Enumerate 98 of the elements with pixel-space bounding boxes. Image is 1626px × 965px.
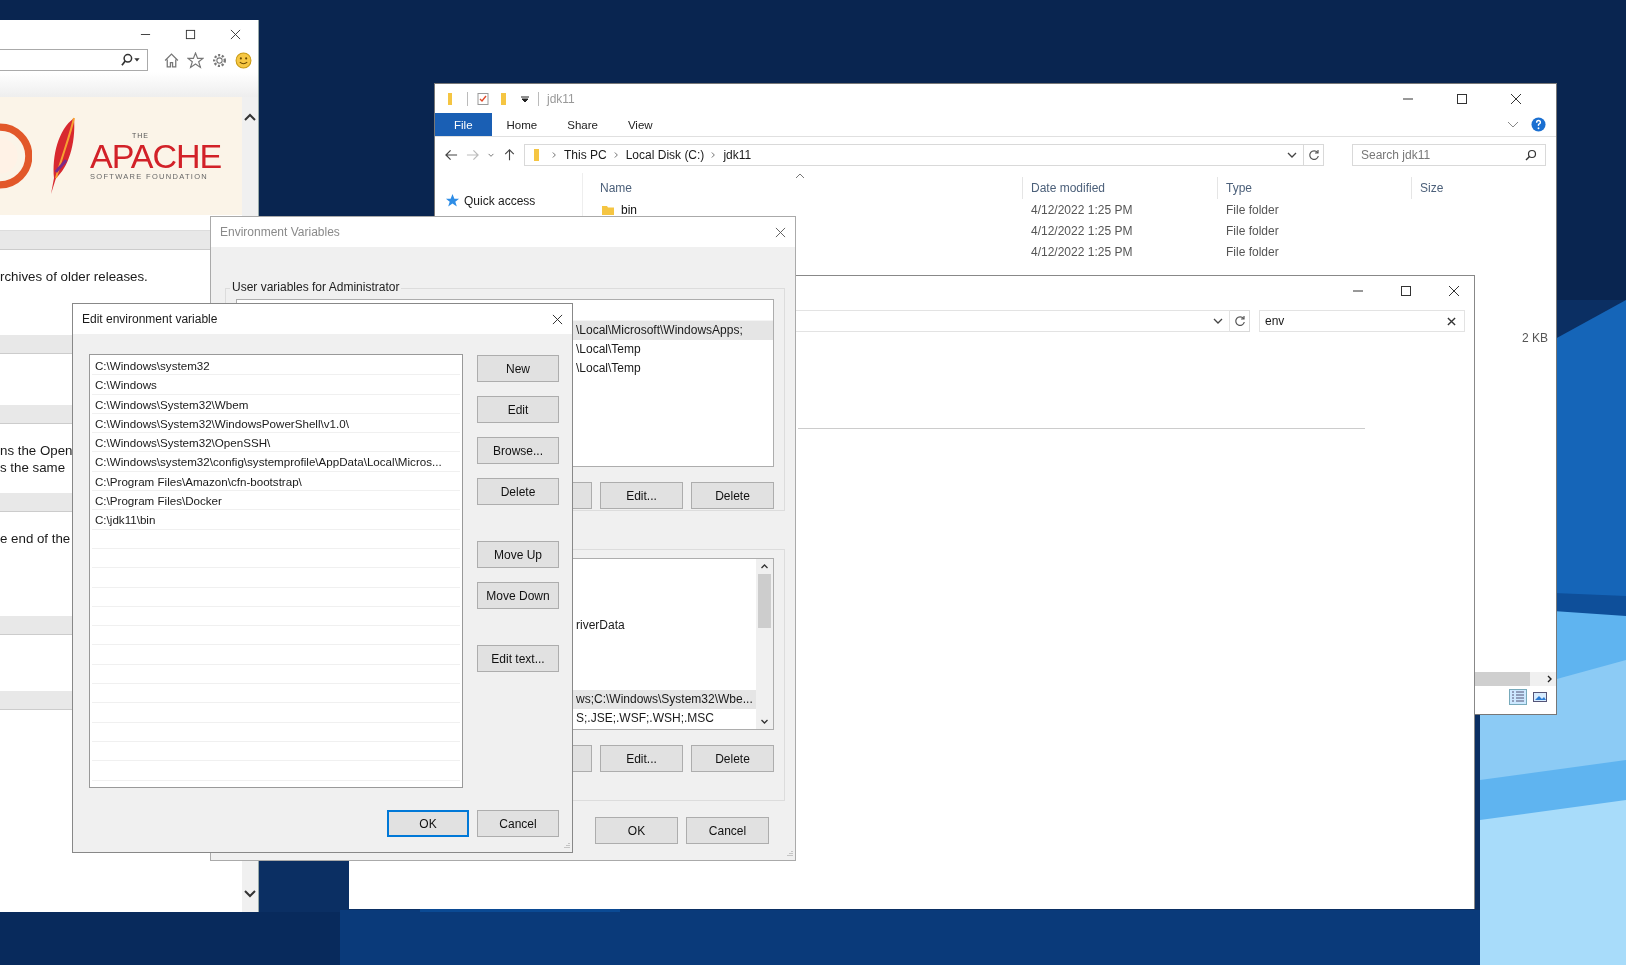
dialog-button[interactable]: Cancel [477, 810, 559, 837]
home-icon[interactable] [163, 51, 180, 69]
dialog-button[interactable]: Delete [691, 482, 774, 509]
ribbon-tab[interactable]: View [612, 113, 668, 136]
refresh-icon[interactable] [1233, 315, 1246, 327]
ribbon-tab[interactable]: Home [491, 113, 553, 136]
star-icon[interactable] [187, 51, 204, 69]
thumbnail-view-icon[interactable] [1532, 690, 1548, 704]
group-label: User variables for Administrator [230, 280, 402, 294]
ribbon-tab[interactable]: Share [552, 113, 613, 136]
dialog-button[interactable]: Cancel [686, 817, 769, 844]
close-icon[interactable] [552, 313, 563, 325]
list-row[interactable]: C:\Windows\system32 [92, 356, 460, 376]
scroll-down-icon[interactable] [244, 890, 256, 898]
address-bar[interactable]: This PC Local Disk (C:) jdk11 [524, 144, 1304, 166]
breadcrumb-item[interactable]: This PC [564, 148, 607, 162]
list-row[interactable]: C:\Windows\System32\WindowsPowerShell\v1.0\ [92, 413, 460, 434]
dialog-button[interactable]: New [477, 355, 559, 382]
close-icon[interactable] [1510, 92, 1522, 105]
dialog-button[interactable]: Move Down [477, 582, 559, 609]
list-row[interactable]: C:\Windows\System32\Wbem [92, 394, 460, 414]
ribbon-tab[interactable]: File [435, 113, 492, 136]
dialog-button[interactable]: Edit [477, 396, 559, 423]
column-header[interactable]: Date modified [1022, 177, 1217, 199]
path-list[interactable] [89, 354, 463, 788]
list-row[interactable]: C:\Windows\System32\OpenSSH\ [92, 433, 460, 453]
address-field[interactable] [0, 49, 148, 71]
chevron-right-icon[interactable] [613, 151, 619, 159]
list-row[interactable]: C:\Program Files\Docker [92, 491, 460, 511]
settings-icon[interactable] [211, 51, 228, 69]
dropdown-icon[interactable] [1287, 151, 1297, 159]
column-header[interactable]: Name [592, 177, 1022, 199]
caret-icon[interactable] [520, 93, 530, 104]
search-icon[interactable] [119, 52, 141, 68]
dialog-button[interactable]: Edit... [600, 745, 683, 772]
star-icon[interactable] [445, 193, 460, 208]
dialog-button[interactable]: OK [387, 810, 469, 837]
dialog-button[interactable]: Edit text... [477, 645, 559, 672]
back-arrow-icon[interactable] [445, 149, 458, 161]
up-arrow-icon[interactable] [503, 149, 516, 161]
logo-name: APACHE [90, 139, 222, 172]
nav-item[interactable]: Quick access [464, 193, 536, 208]
type-cell: File folder [1226, 223, 1279, 238]
chevron-icon[interactable] [487, 151, 495, 159]
dialog-title: Environment Variables [220, 225, 340, 239]
date-cell: 4/12/2022 1:25 PM [1031, 202, 1133, 217]
properties-icon[interactable] [476, 91, 490, 106]
dialog-button[interactable]: Delete [691, 745, 774, 772]
search-field[interactable]: env [1259, 310, 1465, 332]
refresh-icon[interactable] [1307, 149, 1320, 161]
search-icon[interactable] [1525, 149, 1537, 161]
chevron-right-icon[interactable] [552, 151, 557, 159]
window-title: jdk11 [547, 91, 575, 106]
scrollbar[interactable] [1474, 672, 1556, 686]
type-cell: File folder [1226, 244, 1279, 259]
clear-icon[interactable] [1447, 316, 1456, 326]
scroll-up-icon[interactable] [244, 113, 256, 121]
search-field[interactable]: Search jdk11 [1352, 144, 1546, 166]
date-cell: 4/12/2022 1:25 PM [1031, 244, 1133, 259]
smiley-icon[interactable] [235, 51, 252, 69]
column-header[interactable]: Size [1411, 177, 1556, 199]
dialog-button[interactable]: Browse... [477, 437, 559, 464]
dialog-title: Edit environment variable [82, 312, 218, 326]
list-row[interactable]: C:\Program Files\Amazon\cfn-bootstrap\ [92, 471, 460, 492]
scroll-up-icon[interactable] [760, 563, 769, 569]
dropdown-icon[interactable] [1213, 317, 1223, 325]
maximize-icon[interactable] [185, 28, 196, 40]
dialog-button[interactable]: Move Up [477, 541, 559, 568]
breadcrumb-item[interactable]: jdk11 [723, 148, 752, 162]
maximize-icon[interactable] [1456, 92, 1468, 105]
maximize-icon[interactable] [1400, 285, 1412, 297]
dialog-button[interactable]: OK [595, 817, 678, 844]
date-cell: 4/12/2022 1:25 PM [1031, 223, 1133, 238]
page-text: s the same [0, 459, 66, 476]
resize-grip-icon[interactable] [785, 850, 793, 858]
dialog-button[interactable]: Delete [477, 478, 559, 505]
size-cell: 2 KB [1522, 331, 1548, 345]
type-cell: File folder [1226, 202, 1279, 217]
file-name[interactable]: bin [621, 202, 637, 217]
scrollbar[interactable] [756, 559, 773, 729]
chevron-right-icon[interactable] [711, 151, 717, 159]
list-row[interactable]: C:\jdk11\bin [92, 510, 460, 530]
list-row[interactable]: C:\Windows [92, 375, 460, 395]
page-text: e end of the [0, 530, 71, 547]
page-text: ns the Open [0, 442, 73, 459]
column-header[interactable]: Type [1217, 177, 1411, 199]
scroll-right-icon[interactable] [1547, 675, 1553, 683]
help-icon[interactable] [1531, 117, 1546, 132]
list-row[interactable]: C:\Windows\system32\config\systemprofile\AppData\Local\Micros... [92, 452, 460, 472]
scrollbar-thumb[interactable] [758, 574, 771, 628]
dialog-button[interactable]: Edit... [600, 482, 683, 509]
close-icon[interactable] [230, 28, 241, 40]
resize-grip-icon[interactable] [562, 842, 570, 850]
page-text: rchives of older releases. [0, 268, 148, 285]
breadcrumb-item[interactable]: Local Disk (C:) [625, 148, 705, 162]
chevron-icon[interactable] [1507, 120, 1519, 129]
close-icon[interactable] [1448, 285, 1460, 297]
scroll-down-icon[interactable] [760, 719, 769, 725]
